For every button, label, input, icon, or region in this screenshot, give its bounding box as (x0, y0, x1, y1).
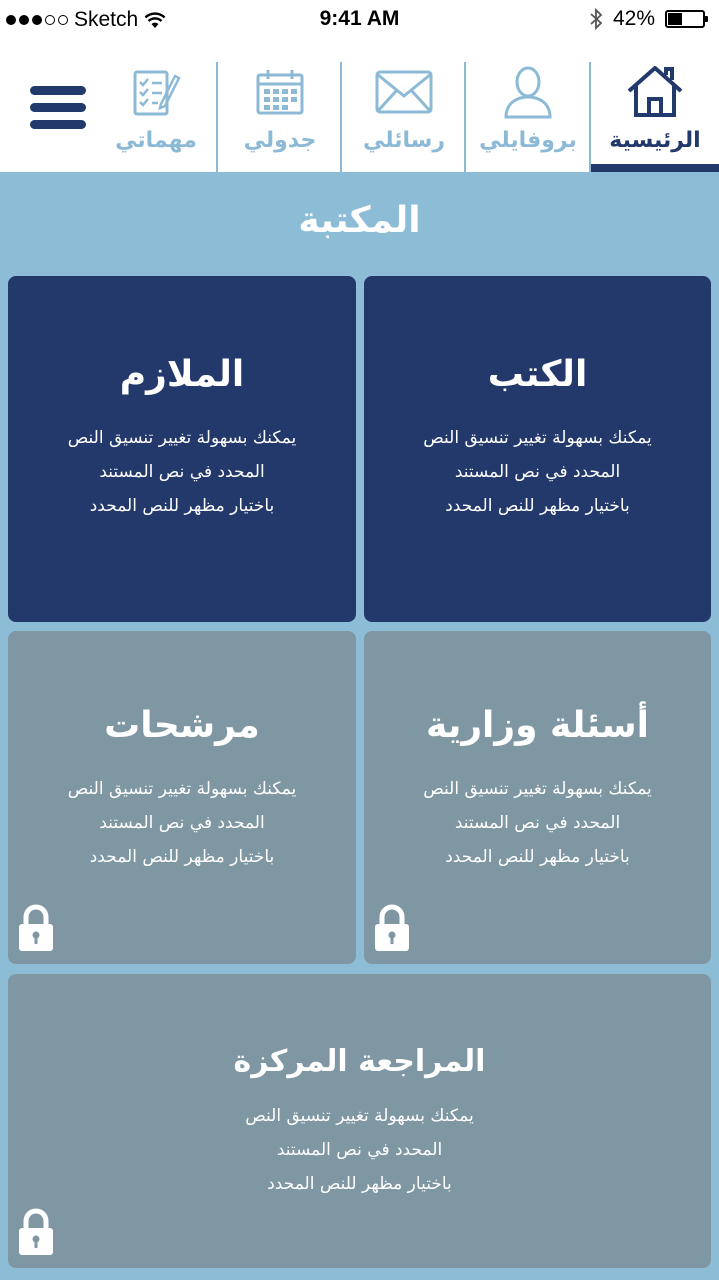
battery-percent: 42% (612, 7, 655, 30)
card-description: يمكنك بسهولة تغيير تنسيق النص المحدد في … (8, 421, 356, 523)
mail-icon (342, 62, 466, 122)
card-desc-line: المحدد في نص المستند (99, 462, 265, 482)
top-nav: الرئيسية بروفايلي رسائلي جدولي مهماتي (0, 40, 719, 172)
hamburger-menu-icon[interactable] (30, 86, 86, 136)
profile-icon (466, 62, 590, 122)
home-icon (591, 62, 719, 122)
card-desc-line: المحدد في نص المستند (454, 462, 621, 482)
card-desc-line: يمكنك بسهولة تغيير تنسيق النص (67, 428, 297, 448)
lock-icon (19, 1208, 53, 1255)
status-right: 42% (589, 7, 708, 31)
card-desc-line: يمكنك بسهولة تغيير تنسيق النص (245, 1106, 474, 1126)
bluetooth-icon (590, 8, 603, 30)
card-books[interactable]: الكتب يمكنك بسهولة تغيير تنسيق النص المح… (364, 276, 711, 622)
card-desc-line: يمكنك بسهولة تغيير تنسيق النص (67, 779, 297, 799)
card-description: يمكنك بسهولة تغيير تنسيق النص المحدد في … (8, 1099, 711, 1201)
card-title: مرشحات (104, 705, 260, 746)
card-desc-line: باختيار مظهر للنص المحدد (267, 1174, 452, 1194)
card-desc-line: يمكنك بسهولة تغيير تنسيق النص (423, 779, 652, 799)
lock-icon (375, 904, 409, 951)
calendar-icon (218, 62, 342, 122)
card-desc-line: باختيار مظهر للنص المحدد (445, 496, 630, 516)
battery-icon (665, 10, 708, 28)
card-desc-line: باختيار مظهر للنص المحدد (89, 847, 275, 867)
card-desc-line: المحدد في نص المستند (99, 813, 265, 833)
nav-label-home: الرئيسية (609, 128, 701, 153)
nav-label-tasks: مهماتي (115, 128, 197, 153)
card-title: الكتب (487, 354, 588, 395)
card-focused-review[interactable]: المراجعة المركزة يمكنك بسهولة تغيير تنسي… (8, 974, 711, 1268)
nav-label-messages: رسائلي (362, 128, 446, 153)
card-nominations[interactable]: مرشحات يمكنك بسهولة تغيير تنسيق النص الم… (8, 631, 356, 964)
nav-item-profile[interactable]: بروفايلي (466, 62, 590, 172)
nav-item-home[interactable]: الرئيسية (591, 62, 719, 172)
card-desc-line: المحدد في نص المستند (276, 1140, 443, 1160)
nav-item-schedule[interactable]: جدولي (218, 62, 342, 172)
nav-item-tasks[interactable]: مهماتي (94, 62, 218, 172)
card-description: يمكنك بسهولة تغيير تنسيق النص المحدد في … (364, 772, 711, 874)
card-title: أسئلة وزارية (425, 705, 649, 746)
nav-label-profile: بروفايلي (479, 128, 577, 153)
card-description: يمكنك بسهولة تغيير تنسيق النص المحدد في … (8, 772, 356, 874)
card-description: يمكنك بسهولة تغيير تنسيق النص المحدد في … (364, 421, 711, 523)
nav-label-schedule: جدولي (243, 128, 317, 153)
card-notes[interactable]: الملازم يمكنك بسهولة تغيير تنسيق النص ال… (8, 276, 356, 622)
card-desc-line: المحدد في نص المستند (454, 813, 621, 833)
card-ministerial-questions[interactable]: أسئلة وزارية يمكنك بسهولة تغيير تنسيق ال… (364, 631, 711, 964)
nav-item-messages[interactable]: رسائلي (342, 62, 466, 172)
card-desc-line: يمكنك بسهولة تغيير تنسيق النص (423, 428, 652, 448)
tasks-icon (94, 62, 218, 122)
card-title: الملازم (119, 354, 245, 395)
lock-icon (19, 904, 53, 951)
card-desc-line: باختيار مظهر للنص المحدد (89, 496, 275, 516)
page-title: المكتبة (298, 200, 421, 241)
card-title: المراجعة المركزة (233, 1044, 486, 1079)
status-bar: Sketch 9:41 AM 42% (0, 0, 719, 40)
card-desc-line: باختيار مظهر للنص المحدد (445, 847, 630, 867)
